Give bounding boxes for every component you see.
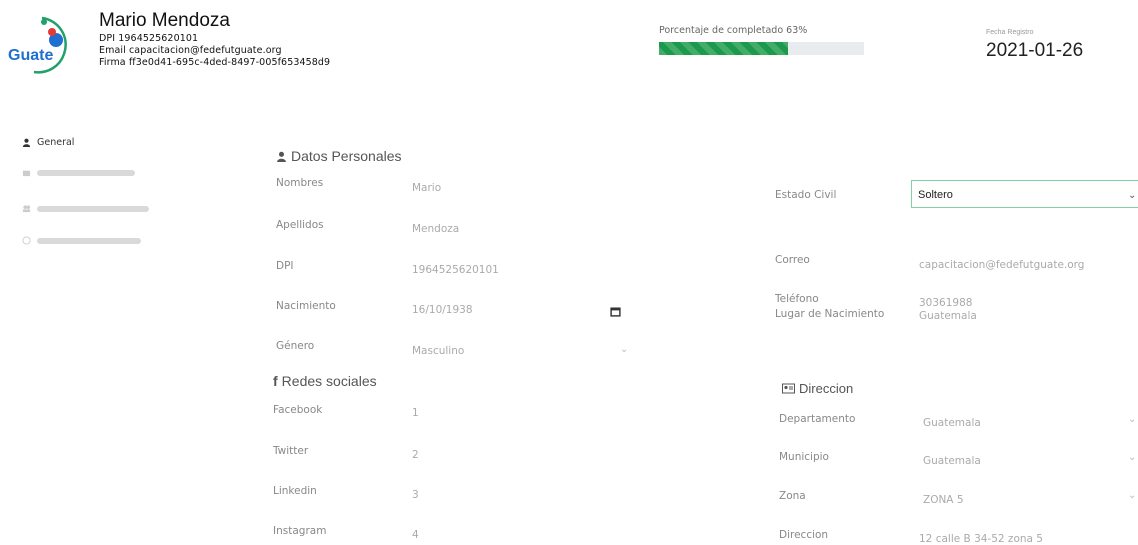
user-firma: Firma ff3e0d41-695c-4ded-8497-005f653458… <box>99 57 331 68</box>
calendar-icon[interactable] <box>610 306 621 317</box>
sidebar-item-label-blurred <box>37 237 141 244</box>
sidebar-item-laboral[interactable] <box>22 168 135 177</box>
municipio-select[interactable]: Guatemala <box>923 455 981 467</box>
field-label-genero: Género <box>276 340 315 352</box>
telefono-input[interactable]: 30361988 <box>919 297 972 309</box>
linkedin-input[interactable]: 3 <box>412 489 419 501</box>
field-label-apellidos: Apellidos <box>276 219 324 231</box>
zona-select[interactable]: ZONA 5 <box>923 494 964 506</box>
instagram-input[interactable]: 4 <box>412 529 419 541</box>
sidebar-item-label-blurred <box>37 169 135 176</box>
field-label-nombres: Nombres <box>276 177 324 189</box>
registration-date: 2021-01-26 <box>986 40 1084 61</box>
departamento-select[interactable]: Guatemala <box>923 417 981 429</box>
section-redes-sociales: f Redes sociales <box>273 373 377 389</box>
direccion-input[interactable]: 12 calle B 34-52 zona 5 <box>919 533 1043 545</box>
apellidos-input[interactable]: Mendoza <box>412 223 459 235</box>
user-icon <box>22 138 31 147</box>
sidebar-item-general[interactable]: General <box>22 137 74 148</box>
field-label-lugar-nacimiento: Lugar de Nacimiento <box>775 308 885 320</box>
field-label-twitter: Twitter <box>273 445 309 457</box>
field-label-municipio: Municipio <box>779 451 829 463</box>
user-email: Email capacitacion@fedefutguate.org <box>99 45 282 56</box>
sidebar-item-referencias[interactable] <box>22 204 149 213</box>
briefcase-icon <box>22 170 31 177</box>
section-datos-personales: Datos Personales <box>276 148 402 164</box>
user-name: Mario Mendoza <box>99 10 230 31</box>
chevron-down-icon: ⌄ <box>620 344 629 355</box>
address-card-icon <box>782 383 795 394</box>
field-label-departamento: Departamento <box>779 413 856 425</box>
chevron-down-icon: ⌄ <box>1128 490 1137 501</box>
sidebar-item-label-blurred <box>37 205 149 212</box>
dpi-input[interactable]: 1964525620101 <box>412 264 499 276</box>
estado-civil-value: Soltero <box>918 189 953 201</box>
section-title: Direccion <box>799 381 854 396</box>
correo-input[interactable]: capacitacion@fedefutguate.org <box>919 259 1084 271</box>
progress-bar <box>659 42 864 55</box>
genero-select[interactable]: Masculino <box>412 345 464 357</box>
chevron-down-icon: ⌄ <box>1128 414 1137 425</box>
upload-icon <box>22 236 31 245</box>
user-icon <box>277 151 286 162</box>
twitter-input[interactable]: 2 <box>412 449 419 461</box>
field-label-correo: Correo <box>775 254 810 266</box>
facebook-input[interactable]: 1 <box>412 407 419 419</box>
user-dpi: DPI 1964525620101 <box>99 33 199 44</box>
section-title: Redes sociales <box>281 373 377 389</box>
chevron-down-icon: ⌄ <box>1128 190 1137 201</box>
nacimiento-input[interactable]: 16/10/1938 <box>412 304 473 316</box>
field-label-linkedin: Linkedin <box>273 485 317 497</box>
sidebar-item-label: General <box>37 137 75 148</box>
field-label-telefono: Teléfono <box>775 293 819 305</box>
field-label-estado-civil: Estado Civil <box>775 189 837 201</box>
lugar-nacimiento-input[interactable]: Guatemala <box>919 310 977 322</box>
chevron-down-icon: ⌄ <box>1128 452 1137 463</box>
logo-text: Guate <box>8 47 53 64</box>
date-label: Fecha Registro <box>986 29 1034 36</box>
field-label-facebook: Facebook <box>273 404 323 416</box>
section-title: Datos Personales <box>291 148 402 164</box>
fedefut-logo: Guate <box>6 10 76 76</box>
sidebar-item-documentos[interactable] <box>22 236 141 245</box>
users-icon <box>22 205 31 213</box>
field-label-zona: Zona <box>779 490 806 502</box>
field-label-direccion: Direccion <box>779 529 829 541</box>
nombres-input[interactable]: Mario <box>412 182 441 194</box>
field-label-dpi: DPI <box>276 260 294 272</box>
progress-label: Porcentaje de completado 63% <box>659 25 808 36</box>
facebook-icon: f <box>273 373 278 389</box>
estado-civil-select[interactable]: Soltero <box>911 180 1138 208</box>
section-direccion: Direccion <box>782 381 853 396</box>
progress-fill <box>659 42 789 55</box>
field-label-nacimiento: Nacimiento <box>276 300 336 312</box>
field-label-instagram: Instagram <box>273 525 327 537</box>
